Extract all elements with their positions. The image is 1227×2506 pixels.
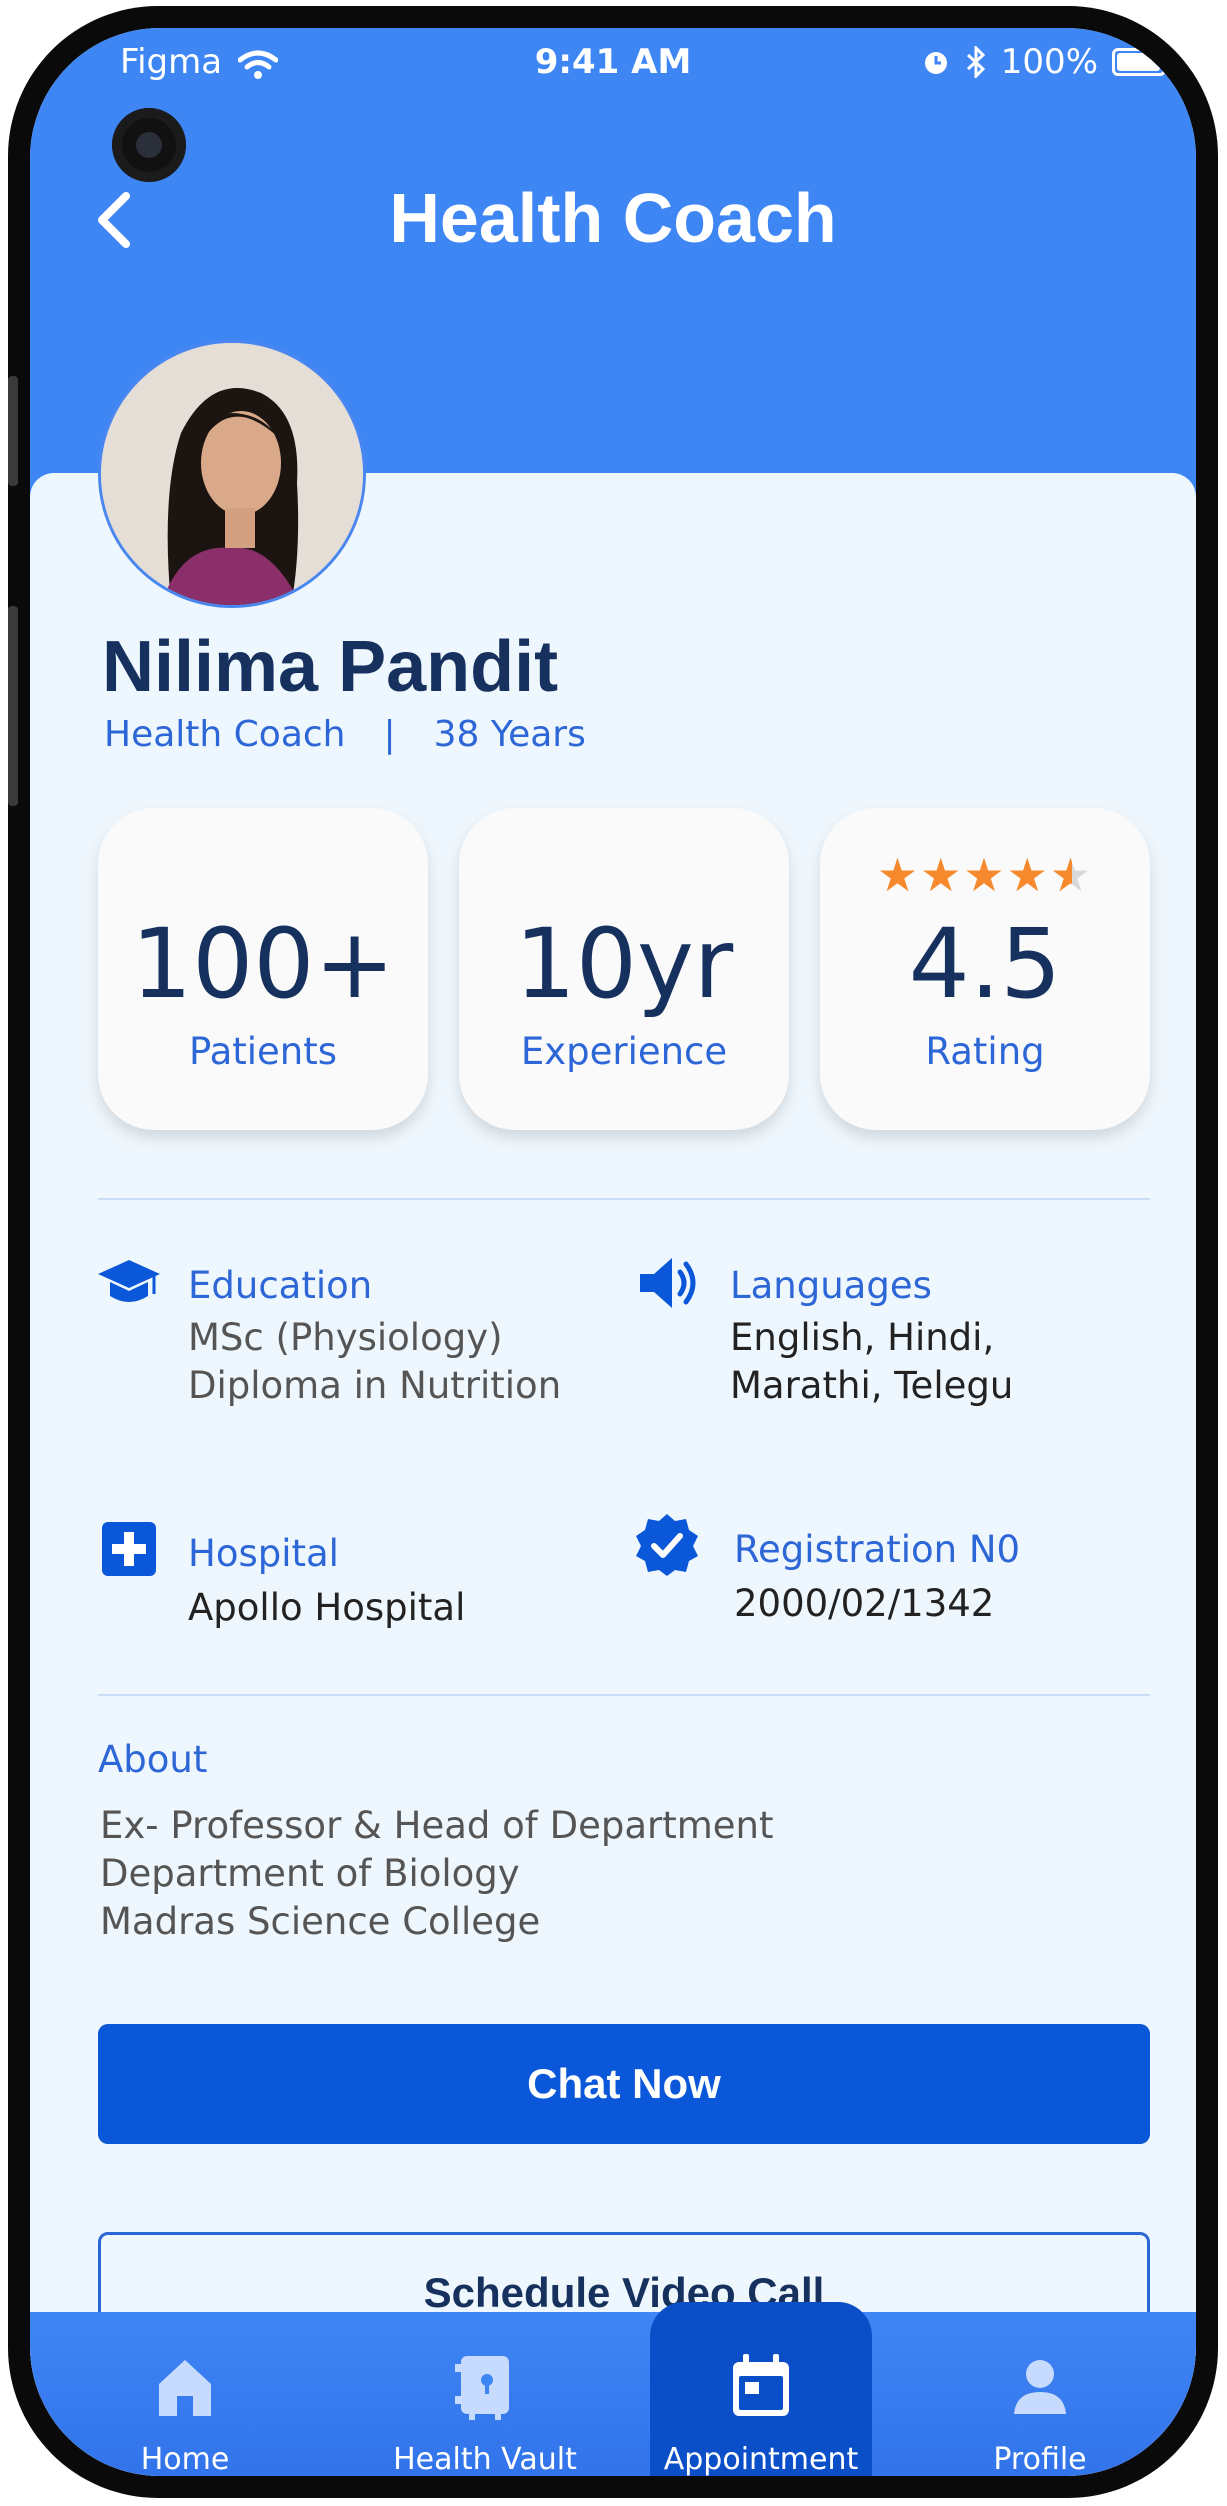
status-right: 100%	[921, 42, 1171, 82]
calendar-icon	[733, 2354, 789, 2416]
languages-line: Marathi, Telegu	[730, 1364, 1014, 1407]
hospital-line: Apollo Hospital	[188, 1586, 466, 1629]
stat-value: 4.5	[908, 908, 1062, 1020]
hospital-cross-icon	[102, 1522, 156, 1576]
status-bar: Figma 9:41 AM 100%	[30, 28, 1196, 108]
stat-value: 100+	[131, 908, 395, 1020]
languages-title: Languages	[730, 1264, 932, 1307]
stat-card-experience: 10yr Experience	[459, 808, 789, 1130]
rating-stars: ★★★★★	[820, 848, 1150, 902]
registration-title: Registration N0	[734, 1528, 1021, 1571]
side-button-volume	[8, 606, 18, 806]
tab-profile[interactable]: Profile	[930, 2312, 1150, 2476]
education-line: Diploma in Nutrition	[188, 1364, 562, 1407]
education-title: Education	[188, 1264, 373, 1307]
tab-health-vault[interactable]: Health Vault	[355, 2312, 615, 2476]
verified-badge-icon	[636, 1514, 698, 1576]
speaker-icon	[640, 1258, 696, 1308]
about-title: About	[98, 1738, 208, 1781]
stat-label: Experience	[520, 1030, 728, 1073]
home-icon	[159, 2360, 211, 2416]
page-title: Health Coach	[389, 179, 837, 257]
coach-role: Health Coach	[104, 714, 346, 755]
about-line: Ex- Professor & Head of Department	[100, 1804, 774, 1847]
profile-card	[30, 473, 1196, 2476]
about-text: Ex- Professor & Head of Department Depar…	[100, 1802, 773, 1946]
subline-separator: |	[383, 714, 396, 755]
alarm-icon	[924, 52, 947, 74]
bluetooth-icon	[966, 46, 985, 78]
coach-name: Nilima Pandit	[102, 627, 559, 707]
languages-line: English, Hindi,	[730, 1316, 995, 1359]
stat-label: Rating	[925, 1030, 1045, 1073]
phone-frame: Figma 9:41 AM 100% Health Coach Nilima P…	[8, 6, 1218, 2498]
profile-icon	[1014, 2360, 1066, 2414]
graduation-cap-icon	[98, 1260, 160, 1302]
stat-value: 10yr	[514, 908, 734, 1020]
bottom-tab-bar: Home Health Vault Appointment Profile	[30, 2302, 1196, 2476]
about-line: Department of Biology	[100, 1852, 520, 1895]
star-icon: ★	[963, 848, 1007, 902]
screen: Figma 9:41 AM 100% Health Coach Nilima P…	[30, 28, 1196, 2476]
vault-icon	[455, 2356, 509, 2420]
section-divider	[98, 1694, 1150, 1696]
tab-label: Appointment	[663, 2442, 859, 2476]
chat-now-button[interactable]: Chat Now	[98, 2024, 1150, 2144]
half-star-icon: ★	[1050, 848, 1093, 902]
tab-label: Profile	[993, 2442, 1087, 2476]
hospital-text: Apollo Hospital	[188, 1584, 465, 1632]
star-icon: ★	[920, 848, 964, 902]
education-line: MSc (Physiology)	[188, 1316, 503, 1359]
avatar-portrait	[101, 343, 363, 605]
tab-appointment[interactable]: Appointment	[650, 2302, 872, 2476]
education-text: MSc (Physiology) Diploma in Nutrition	[188, 1314, 561, 1410]
avatar	[98, 340, 366, 608]
hospital-title: Hospital	[188, 1532, 339, 1575]
about-line: Madras Science College	[100, 1900, 541, 1943]
star-icon: ★	[876, 848, 921, 902]
tab-label: Health Vault	[393, 2442, 577, 2476]
tab-home[interactable]: Home	[75, 2312, 295, 2476]
battery-icon	[1112, 48, 1171, 76]
section-divider	[98, 1198, 1150, 1200]
coach-subline: Health Coach | 38 Years	[104, 714, 586, 755]
stat-label: Patients	[188, 1030, 338, 1073]
languages-text: English, Hindi, Marathi, Telegu	[730, 1314, 1013, 1410]
registration-text: 2000/02/1342	[734, 1580, 994, 1628]
front-camera	[112, 108, 186, 182]
star-icon: ★	[1006, 848, 1050, 902]
battery-percent: 100%	[1000, 42, 1098, 82]
side-button-mute	[8, 376, 18, 486]
tab-label: Home	[140, 2442, 230, 2476]
stat-card-patients: 100+ Patients	[98, 808, 428, 1130]
registration-line: 2000/02/1342	[734, 1582, 995, 1625]
coach-age: 38 Years	[433, 714, 586, 755]
stat-card-rating: ★★★★★ 4.5 Rating	[820, 808, 1150, 1130]
